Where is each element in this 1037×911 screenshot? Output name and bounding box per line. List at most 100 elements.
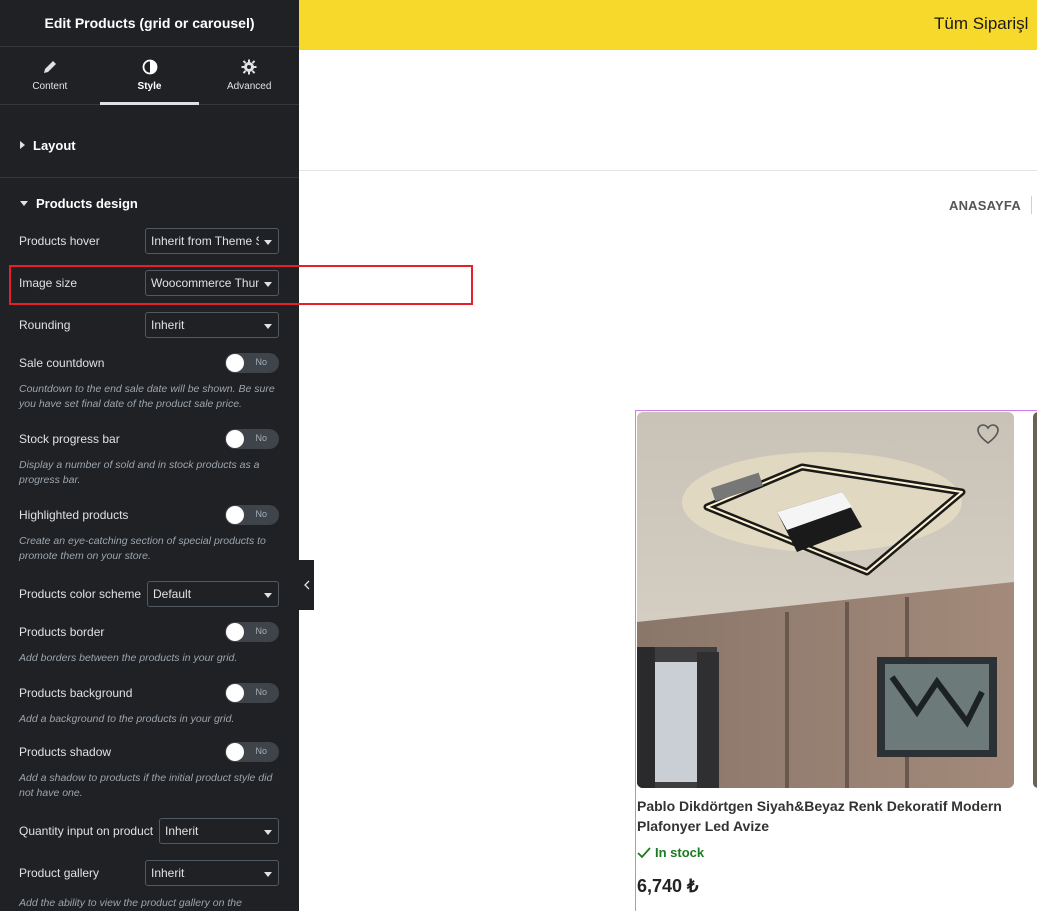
chevron-down-icon xyxy=(264,593,272,598)
product-gallery-description: Add the ability to view the product gall… xyxy=(19,897,242,909)
image-size-label: Image size xyxy=(19,276,78,290)
chevron-down-icon xyxy=(264,282,272,287)
header-divider xyxy=(299,170,1037,171)
section-layout-label: Layout xyxy=(33,137,76,153)
chevron-down-icon xyxy=(264,872,272,877)
chevron-down-icon xyxy=(264,240,272,245)
chevron-left-icon xyxy=(303,580,309,590)
tab-content-label: Content xyxy=(32,81,68,92)
editor-panel: Edit Products (grid or carousel) Content… xyxy=(0,0,299,911)
products-color-scheme-value: Default xyxy=(153,587,192,601)
toggle-knob xyxy=(226,506,244,524)
product-title[interactable]: Pablo Dikdörtgen Siyah&Beyaz Renk Dekora… xyxy=(637,796,1017,836)
tab-advanced[interactable]: Advanced xyxy=(199,47,299,104)
gear-icon xyxy=(241,59,257,75)
toggle-state: No xyxy=(255,509,267,519)
products-background-toggle[interactable]: No xyxy=(225,683,279,703)
quantity-input-select[interactable]: Inherit xyxy=(159,818,279,844)
toggle-state: No xyxy=(255,626,267,636)
products-border-toggle[interactable]: No xyxy=(225,622,279,642)
toggle-state: No xyxy=(255,433,267,443)
products-border-label: Products border xyxy=(19,625,105,639)
tab-style[interactable]: Style xyxy=(99,47,200,105)
sale-countdown-label: Sale countdown xyxy=(19,356,105,370)
products-shadow-description: Add a shadow to products if the initial … xyxy=(19,772,273,799)
products-hover-value: Inherit from Theme Settings xyxy=(151,234,259,248)
toggle-knob xyxy=(226,684,244,702)
product-price: 6,740 ₺ xyxy=(637,876,699,896)
stock-status-text: In stock xyxy=(655,845,705,860)
products-background-label: Products background xyxy=(19,686,133,700)
highlighted-products-toggle[interactable]: No xyxy=(225,505,279,525)
image-size-value: Woocommerce Thumbnail xyxy=(151,276,259,290)
rounding-value: Inherit xyxy=(151,318,185,332)
product-image[interactable] xyxy=(637,412,1014,788)
toggle-state: No xyxy=(255,746,267,756)
toggle-knob xyxy=(226,743,244,761)
toggle-knob xyxy=(226,354,244,372)
control-product-gallery: Product gallery Inherit xyxy=(19,860,279,886)
control-products-background: Products background No xyxy=(19,683,279,703)
control-products-shadow: Products shadow No xyxy=(19,742,279,762)
products-hover-select[interactable]: Inherit from Theme Settings xyxy=(145,228,279,254)
heart-icon[interactable] xyxy=(976,423,1000,445)
control-sale-countdown: Sale countdown No xyxy=(19,353,279,373)
panel-tabs: Content Style Advanced xyxy=(0,47,299,105)
section-products-design-label: Products design xyxy=(36,195,138,211)
announcement-bar: Tüm Siparişl xyxy=(299,0,1037,50)
control-products-border: Products border No xyxy=(19,622,279,642)
control-rounding: Rounding Inherit xyxy=(19,312,279,338)
toggle-knob xyxy=(226,430,244,448)
rounding-select[interactable]: Inherit xyxy=(145,312,279,338)
products-color-scheme-label: Products color scheme xyxy=(19,587,142,601)
next-product-image[interactable] xyxy=(1033,412,1037,788)
stock-progress-bar-description: Display a number of sold and in stock pr… xyxy=(19,459,260,486)
pencil-icon xyxy=(43,61,56,73)
tab-style-label: Style xyxy=(137,81,162,92)
products-border-description: Add borders between the products in your… xyxy=(19,652,238,664)
sale-countdown-description: Countdown to the end sale date will be s… xyxy=(19,383,275,410)
stock-progress-bar-label: Stock progress bar xyxy=(19,432,120,446)
tab-content[interactable]: Content xyxy=(0,47,100,104)
highlighted-products-description: Create an eye-catching section of specia… xyxy=(19,535,266,562)
toggle-state: No xyxy=(255,687,267,697)
product-photo xyxy=(637,412,1014,788)
caret-down-icon xyxy=(20,200,28,206)
quantity-input-value: Inherit xyxy=(165,824,199,838)
panel-collapse-button[interactable] xyxy=(299,560,314,610)
chevron-down-icon xyxy=(264,830,272,835)
quantity-input-label: Quantity input on product xyxy=(19,824,154,838)
toggle-state: No xyxy=(255,357,267,367)
tab-advanced-label: Advanced xyxy=(226,81,272,92)
checkmark-icon xyxy=(637,846,651,858)
caret-right-icon xyxy=(20,141,25,149)
products-hover-label: Products hover xyxy=(19,234,100,248)
control-highlighted-products: Highlighted products No xyxy=(19,505,279,525)
chevron-down-icon xyxy=(264,324,272,329)
control-quantity-input: Quantity input on product Inherit xyxy=(19,818,279,844)
products-background-description: Add a background to the products in your… xyxy=(19,713,235,725)
rounding-label: Rounding xyxy=(19,318,71,332)
panel-title: Edit Products (grid or carousel) xyxy=(0,0,299,47)
stock-status: In stock xyxy=(637,845,704,860)
control-products-hover: Products hover Inherit from Theme Settin… xyxy=(19,228,279,254)
products-shadow-toggle[interactable]: No xyxy=(225,742,279,762)
products-shadow-label: Products shadow xyxy=(19,745,112,759)
control-image-size: Image size Woocommerce Thumbnail xyxy=(19,270,279,296)
control-stock-progress-bar: Stock progress bar No xyxy=(19,429,279,449)
product-gallery-value: Inherit xyxy=(151,866,185,880)
announcement-text: Tüm Siparişl xyxy=(934,14,1029,33)
product-gallery-select[interactable]: Inherit xyxy=(145,860,279,886)
control-products-color-scheme: Products color scheme Default xyxy=(19,581,279,607)
sale-countdown-toggle[interactable]: No xyxy=(225,353,279,373)
product-gallery-label: Product gallery xyxy=(19,866,100,880)
image-size-select[interactable]: Woocommerce Thumbnail xyxy=(145,270,279,296)
toggle-knob xyxy=(226,623,244,641)
section-products-design[interactable]: Products design xyxy=(0,178,299,228)
stock-progress-bar-toggle[interactable]: No xyxy=(225,429,279,449)
breadcrumb-home-link[interactable]: ANASAYFA xyxy=(949,198,1021,213)
products-color-scheme-select[interactable]: Default xyxy=(147,581,279,607)
breadcrumb-separator xyxy=(1031,196,1032,214)
highlighted-products-label: Highlighted products xyxy=(19,508,129,522)
section-layout[interactable]: Layout xyxy=(0,113,299,178)
